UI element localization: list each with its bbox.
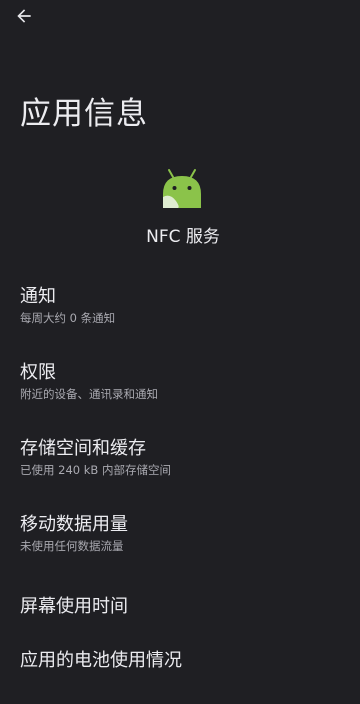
settings-item-notifications[interactable]: 通知 每周大约 0 条通知 <box>0 270 360 346</box>
settings-item-subtitle: 附近的设备、通讯录和通知 <box>20 387 158 401</box>
settings-item-title: 权限 <box>20 362 56 383</box>
settings-item-title: 存储空间和缓存 <box>20 438 146 459</box>
settings-item-subtitle: 每周大约 0 条通知 <box>20 311 116 325</box>
settings-item-title: 移动数据用量 <box>20 514 128 535</box>
settings-item-subtitle: 未使用任何数据流量 <box>20 539 124 553</box>
app-name: NFC 服务 <box>146 227 220 247</box>
back-button[interactable] <box>10 2 38 30</box>
settings-item-subtitle: 已使用 240 kB 内部存储空间 <box>20 463 171 477</box>
page-title: 应用信息 <box>20 96 148 132</box>
android-icon <box>160 167 204 211</box>
settings-item-mobile-data[interactable]: 移动数据用量 未使用任何数据流量 <box>0 498 360 574</box>
top-app-bar <box>0 0 360 40</box>
settings-item-permissions[interactable]: 权限 附近的设备、通讯录和通知 <box>0 346 360 422</box>
settings-item-storage[interactable]: 存储空间和缓存 已使用 240 kB 内部存储空间 <box>0 422 360 498</box>
settings-item-title: 应用的电池使用情况 <box>20 650 182 671</box>
settings-item-title: 屏幕使用时间 <box>20 596 128 617</box>
arrow-left-icon <box>17 9 31 23</box>
settings-item-title: 通知 <box>20 286 56 307</box>
settings-item-battery-usage[interactable]: 应用的电池使用情况 <box>0 628 360 704</box>
